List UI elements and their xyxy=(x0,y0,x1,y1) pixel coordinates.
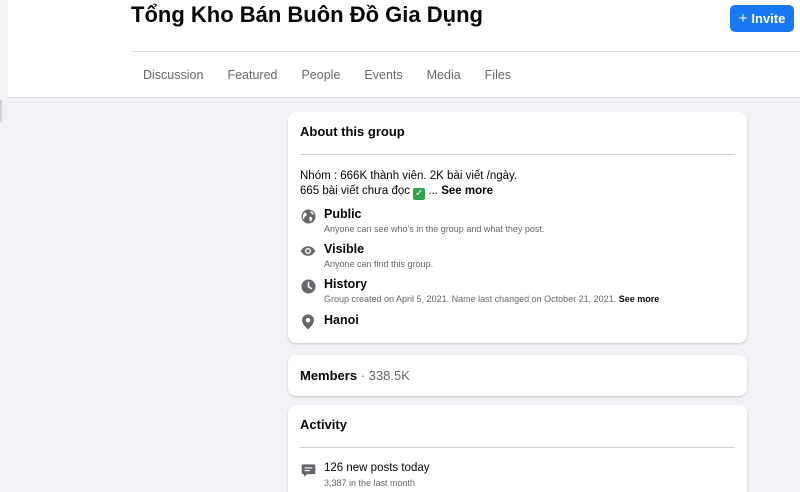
members-title: Members · 338.5K xyxy=(300,368,410,383)
description-ellipsis: ... xyxy=(428,185,438,197)
group-tabs: Discussion Featured People Events Media … xyxy=(131,52,523,98)
history-see-more-link[interactable]: See more xyxy=(619,294,660,304)
privacy-description: Anyone can see who's in the group and wh… xyxy=(324,224,545,234)
members-label: Members xyxy=(300,368,358,383)
history-label: History xyxy=(324,277,368,291)
description-text: 665 bài viết chưa đọc xyxy=(300,185,410,197)
see-more-link[interactable]: See more xyxy=(441,185,493,197)
invite-button[interactable]: + Invite xyxy=(730,5,794,32)
visibility-label: Visible xyxy=(324,242,365,256)
tab-files[interactable]: Files xyxy=(473,52,523,98)
members-separator: · xyxy=(357,368,369,383)
clock-icon xyxy=(300,278,316,294)
tab-events[interactable]: Events xyxy=(352,52,414,98)
posts-last-month: 3,387 in the last month xyxy=(324,478,416,488)
privacy-label: Public xyxy=(324,207,362,221)
tab-discussion[interactable]: Discussion xyxy=(131,52,215,98)
posts-activity-row: 126 new posts today 3,387 in the last mo… xyxy=(300,461,430,490)
about-title: About this group xyxy=(300,124,405,139)
eye-icon xyxy=(300,243,316,259)
members-count: 338.5K xyxy=(368,368,410,383)
tab-featured[interactable]: Featured xyxy=(215,52,289,98)
activity-title: Activity xyxy=(300,417,347,432)
plus-icon: + xyxy=(738,10,748,27)
history-description: Group created on April 5, 2021. Name las… xyxy=(324,293,659,306)
visibility-description: Anyone can find this group. xyxy=(324,259,434,269)
check-mark-icon: ✓ xyxy=(413,188,426,200)
invite-label: Invite xyxy=(751,11,786,26)
description-line-2: 665 bài viết chưa đọc ✓ ... See more xyxy=(300,184,517,200)
about-card: About this group Nhóm : 666K thành viên.… xyxy=(288,112,747,343)
group-header: Tổng Kho Bán Buôn Đồ Gia Dụng + Invite D… xyxy=(8,0,800,98)
tab-people[interactable]: People xyxy=(289,52,352,98)
history-row: History Group created on April 5, 2021. … xyxy=(300,277,659,306)
posts-today: 126 new posts today xyxy=(324,462,430,474)
activity-divider xyxy=(300,447,735,448)
privacy-row: Public Anyone can see who's in the group… xyxy=(300,207,544,236)
tab-media[interactable]: Media xyxy=(415,52,473,98)
members-card[interactable]: Members · 338.5K xyxy=(288,355,747,396)
visibility-row: Visible Anyone can find this group. xyxy=(300,242,433,271)
history-text: Group created on April 5, 2021. Name las… xyxy=(324,294,617,304)
group-description: Nhóm : 666K thành viên. 2K bài viết /ngà… xyxy=(300,169,517,200)
about-divider xyxy=(300,154,735,155)
globe-icon xyxy=(300,208,316,224)
chat-bubble-icon xyxy=(300,462,316,478)
location-row: Hanoi xyxy=(300,313,359,330)
location-pin-icon xyxy=(300,314,316,330)
location-label: Hanoi xyxy=(324,313,359,327)
left-edge-divider xyxy=(0,100,2,122)
activity-card: Activity 126 new posts today 3,387 in th… xyxy=(288,405,747,492)
description-line-1: Nhóm : 666K thành viên. 2K bài viết /ngà… xyxy=(300,170,518,182)
group-title: Tổng Kho Bán Buôn Đồ Gia Dụng xyxy=(131,2,483,27)
